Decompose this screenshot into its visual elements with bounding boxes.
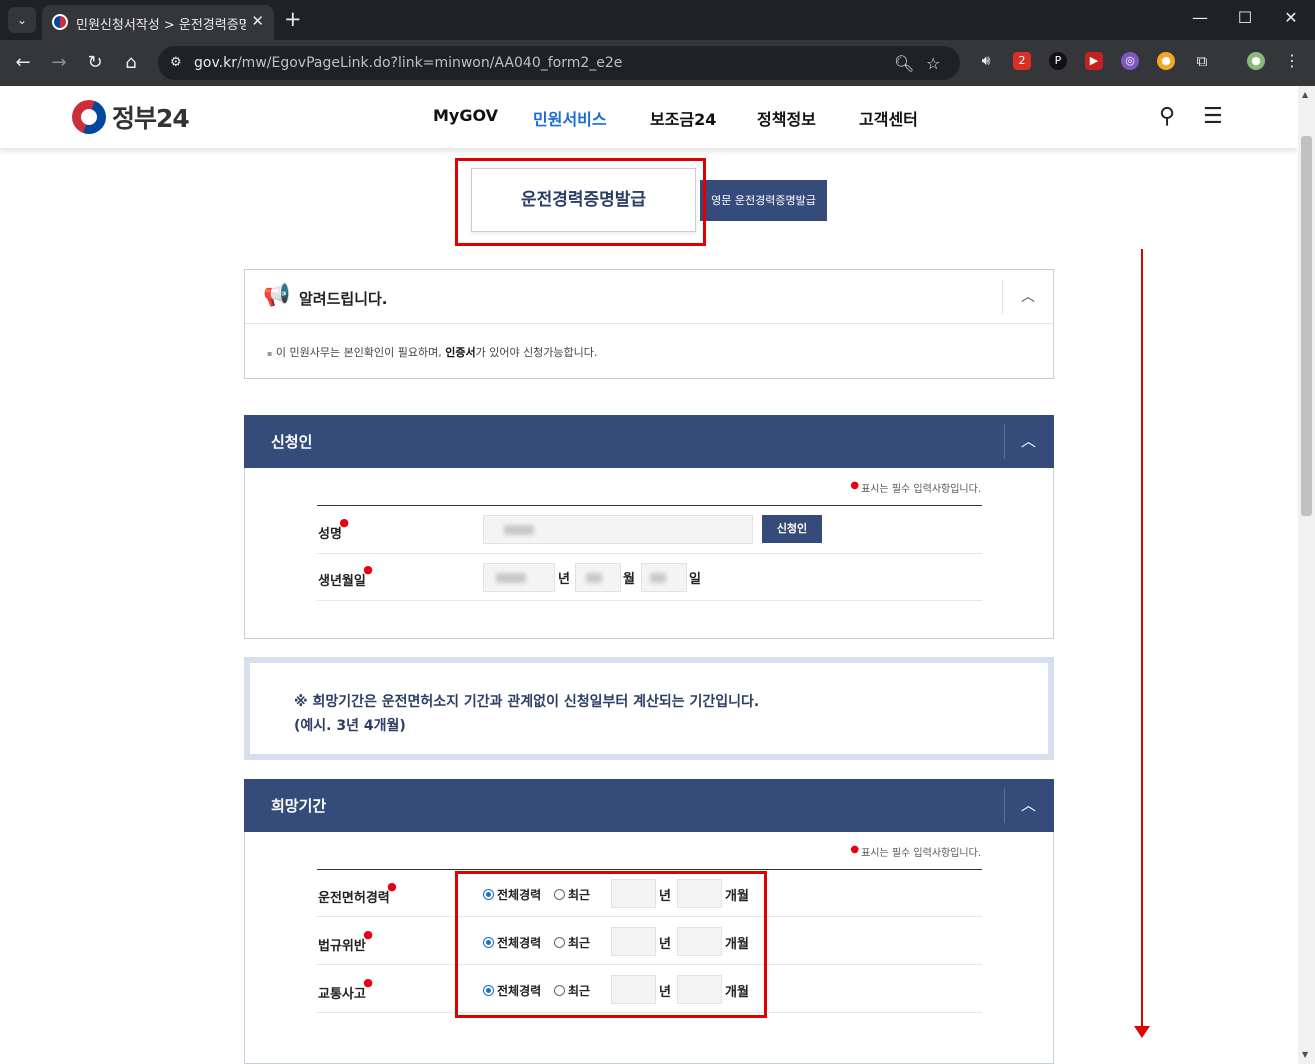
extensions-puzzle-icon[interactable]: ⧉ — [1193, 52, 1211, 70]
period-section-title: 희망기간 — [271, 797, 327, 815]
birth-day-input[interactable] — [641, 563, 687, 592]
profile-avatar-icon[interactable]: ● — [1247, 52, 1265, 70]
period-row-label: 교통사고 ● — [318, 976, 373, 1002]
divider — [1004, 788, 1005, 823]
megaphone-icon: 📢 — [263, 283, 291, 308]
url-host: gov.kr — [194, 55, 237, 71]
nav-policy-info[interactable]: 정책정보 — [757, 106, 816, 130]
site-header: 정부24 MyGOV 민원서비스 보조금24 정책정보 고객센터 ⚲ ☰ — [0, 86, 1298, 148]
site-info-icon[interactable]: ⚙ — [170, 55, 182, 70]
browser-toolbar: ← → ↻ ⌂ ⚙ gov.kr/mw/EgovPageLink.do?link… — [0, 40, 1315, 86]
highlight-box-period — [455, 871, 767, 1018]
notice-text-before: 이 민원사무는 본인확인이 필요하며, — [275, 346, 446, 359]
applicant-button[interactable]: 신청인 — [762, 515, 822, 543]
browser-tab[interactable]: 민원신청서작성 > 운전경력증명 ✕ — [42, 5, 274, 40]
back-icon[interactable]: ← — [11, 52, 35, 73]
notice-panel: 📢 알려드립니다. ︿ ▪ 이 민원사무는 본인확인이 필요하며, 인증서가 있… — [244, 269, 1054, 379]
zoom-icon[interactable]: 🔍︎ — [894, 54, 914, 73]
birthdate-label: 생년월일 ● — [318, 563, 373, 589]
nav-minwon-service[interactable]: 민원서비스 — [533, 106, 607, 130]
window-close-icon[interactable]: ✕ — [1279, 8, 1303, 27]
collapse-chevron-icon[interactable]: ︿ — [1021, 286, 1035, 306]
highlight-box-title — [455, 158, 706, 246]
browser-tab-bar: ⌄ 민원신청서작성 > 운전경력증명 ✕ + — ☐ ✕ — [0, 0, 1315, 40]
scroll-down-icon[interactable]: ▼ — [1302, 1050, 1308, 1059]
tab-close-icon[interactable]: ✕ — [251, 12, 264, 30]
nav-mygov[interactable]: MyGOV — [433, 106, 498, 125]
period-section-header: 희망기간 ︿ — [244, 779, 1054, 832]
forward-icon[interactable]: → — [47, 52, 71, 73]
divider — [1002, 280, 1003, 314]
notice-text-bold: 인증서 — [445, 346, 476, 359]
new-tab-icon[interactable]: + — [284, 7, 302, 31]
period-row-label: 법규위반 ● — [318, 928, 373, 954]
speaker-icon[interactable]: 🔊︎ — [977, 52, 995, 70]
maximize-icon[interactable]: ☐ — [1233, 8, 1257, 27]
divider — [1004, 424, 1005, 459]
tab-title: 민원신청서작성 > 운전경력증명 — [76, 18, 246, 33]
hamburger-menu-icon[interactable]: ☰ — [1203, 104, 1223, 129]
applicant-section-title: 신청인 — [271, 433, 313, 451]
day-unit: 일 — [689, 572, 701, 587]
bookmark-star-icon[interactable]: ☆ — [926, 54, 940, 73]
period-info-box: ※ 희망기간은 운전면허소지 기간과 관계없이 신청일부터 계산되는 기간입니다… — [244, 657, 1054, 760]
notice-title: 알려드립니다. — [299, 290, 388, 308]
page-viewport: 정부24 MyGOV 민원서비스 보조금24 정책정보 고객센터 ⚲ ☰ 운전경… — [0, 86, 1298, 1064]
notice-body: ▪ 이 민원사무는 본인확인이 필요하며, 인증서가 있어야 신청가능합니다. — [267, 346, 598, 359]
extension-color-icon[interactable]: ● — [1157, 52, 1175, 70]
month-unit: 월 — [623, 572, 635, 587]
reload-icon[interactable]: ↻ — [83, 52, 107, 73]
url-path: /mw/EgovPageLink.do?link=minwon/AA040_fo… — [236, 55, 623, 71]
nav-subsidy24[interactable]: 보조금24 — [650, 106, 716, 130]
applicant-section-header: 신청인 ︿ — [244, 415, 1054, 468]
english-driving-record-button[interactable]: 영문 운전경력증명발급 — [700, 180, 827, 221]
extension-p-icon[interactable]: P — [1049, 52, 1067, 70]
birth-month-input[interactable] — [575, 563, 621, 592]
name-label: 성명 ● — [318, 516, 349, 542]
search-icon[interactable]: ⚲ — [1159, 104, 1175, 129]
notice-text-after: 가 있어야 신청가능합니다. — [475, 346, 598, 359]
collapse-chevron-icon[interactable]: ︿ — [1021, 430, 1036, 451]
extension-red-icon[interactable]: 2 — [1013, 52, 1031, 70]
page-scrollbar[interactable]: ▲ ▼ — [1298, 86, 1315, 1064]
scroll-up-icon[interactable]: ▲ — [1302, 90, 1308, 99]
period-row-label: 운전면허경력 ● — [318, 880, 397, 906]
required-note: ● 표시는 필수 입력사항입니다. — [850, 480, 981, 495]
home-icon[interactable]: ⌂ — [119, 52, 143, 73]
minimize-icon[interactable]: — — [1188, 8, 1212, 27]
arrow-down-icon — [1134, 1026, 1150, 1038]
extension-purple-icon[interactable]: ◎ — [1121, 52, 1139, 70]
logo-text: 정부24 — [112, 104, 190, 133]
info-line-1: ※ 희망기간은 운전면허소지 기간과 관계없이 신청일부터 계산되는 기간입니다… — [294, 694, 760, 710]
row-divider — [317, 553, 982, 554]
birth-year-input[interactable] — [483, 563, 555, 592]
collapse-chevron-icon[interactable]: ︿ — [1021, 794, 1036, 815]
notice-header: 📢 알려드립니다. ︿ — [245, 270, 1053, 324]
extension-play-icon[interactable]: ▶ — [1085, 52, 1103, 70]
info-line-2: (예시. 3년 4개월) — [294, 718, 406, 734]
site-favicon-icon — [52, 14, 68, 30]
year-unit: 년 — [558, 572, 570, 587]
site-logo[interactable]: 정부24 — [72, 99, 190, 135]
name-input[interactable] — [483, 515, 753, 544]
scroll-down-arrow-line — [1141, 249, 1143, 1027]
browser-menu-icon[interactable]: ⋮ — [1283, 52, 1301, 70]
taegeuk-logo-icon — [72, 100, 106, 134]
scroll-thumb[interactable] — [1301, 136, 1312, 516]
nav-customer-center[interactable]: 고객센터 — [859, 106, 918, 130]
form-top-line — [317, 869, 982, 870]
address-bar[interactable]: ⚙ gov.kr/mw/EgovPageLink.do?link=minwon/… — [158, 46, 960, 80]
required-note: ● 표시는 필수 입력사항입니다. — [850, 844, 981, 859]
row-divider — [317, 600, 982, 601]
tab-search-button[interactable]: ⌄ — [8, 7, 36, 33]
form-top-line — [317, 505, 982, 506]
applicant-section-body: ● 표시는 필수 입력사항입니다. 성명 ● 신청인 생년월일 ● 년 월 일 — [244, 468, 1054, 639]
